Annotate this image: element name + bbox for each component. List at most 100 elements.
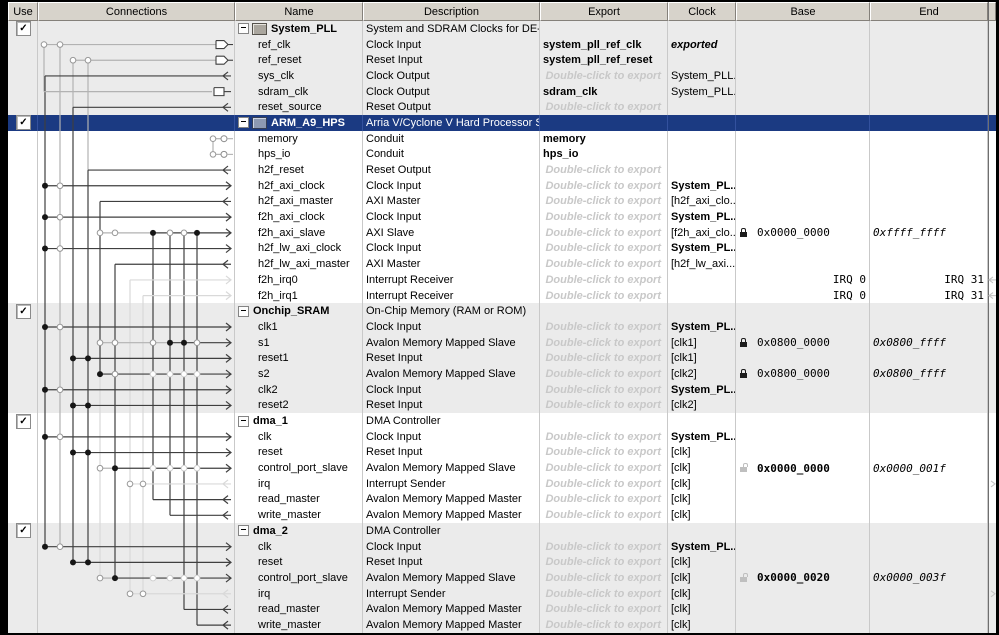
- port-row-reset1[interactable]: reset1 Reset Input Double-click to export […: [8, 350, 996, 367]
- port-row-h2f_axi_master[interactable]: h2f_axi_master AXI Master Double-click to …: [8, 193, 996, 210]
- export-placeholder[interactable]: Double-click to export: [545, 446, 661, 458]
- use-checkbox[interactable]: ✓: [16, 21, 31, 37]
- export-placeholder[interactable]: Double-click to export: [545, 556, 661, 568]
- port-row-clk1[interactable]: clk1 Clock Input Double-click to export Sys…: [8, 319, 996, 335]
- export-placeholder[interactable]: Double-click to export: [545, 337, 661, 349]
- port-row-s1[interactable]: s1 Avalon Memory Mapped Slave Double-click…: [8, 334, 996, 351]
- port-row-sys_clk[interactable]: sys_clk Clock Output Double-click to expor…: [8, 68, 996, 84]
- export-placeholder[interactable]: Double-click to export: [545, 352, 661, 364]
- port-row-ref_reset[interactable]: ref_reset Reset Input system_pll_ref_reset: [8, 52, 996, 69]
- port-row-f2h_irq0[interactable]: f2h_irq0 Interrupt Receiver Double-click t…: [8, 272, 996, 288]
- export-placeholder[interactable]: Double-click to export: [545, 541, 661, 553]
- port-row-s2[interactable]: s2 Avalon Memory Mapped Slave Double-click…: [8, 366, 996, 382]
- unlocked-icon[interactable]: [740, 463, 748, 473]
- export-placeholder[interactable]: Double-click to export: [545, 321, 661, 333]
- module-row-Onchip_SRAM[interactable]: ✓ Onchip_SRAM On-Chip Memory (RAM or ROM): [8, 303, 996, 320]
- port-row-ref_clk[interactable]: ref_clk Clock Input system_pll_ref_clk expo…: [8, 36, 996, 53]
- base-address[interactable]: 0x0000_0020: [757, 571, 830, 584]
- export-placeholder[interactable]: Double-click to export: [545, 258, 661, 270]
- port-row-write_master[interactable]: write_master Avalon Memory Mapped Master D…: [8, 507, 996, 523]
- module-row-dma_2[interactable]: ✓ dma_2 DMA Controller: [8, 523, 996, 539]
- export-placeholder[interactable]: Double-click to export: [545, 368, 661, 380]
- export-placeholder[interactable]: Double-click to export: [545, 619, 661, 631]
- port-row-clk[interactable]: clk Clock Input Double-click to export Syst…: [8, 428, 996, 445]
- port-row-read_master[interactable]: read_master Avalon Memory Mapped Master Do…: [8, 491, 996, 508]
- column-header-base[interactable]: Base: [736, 2, 870, 21]
- port-row-hps_io[interactable]: hps_io Conduit hps_io: [8, 146, 996, 163]
- column-header-description[interactable]: Description: [363, 2, 540, 21]
- column-header-name[interactable]: Name: [235, 2, 363, 21]
- export-placeholder[interactable]: Double-click to export: [545, 290, 661, 302]
- port-row-irq[interactable]: irq Interrupt Sender Double-click to expor…: [8, 585, 996, 602]
- port-row-f2h_axi_clock[interactable]: f2h_axi_clock Clock Input Double-click to …: [8, 209, 996, 225]
- export-placeholder[interactable]: Double-click to export: [545, 399, 661, 411]
- port-row-reset_source[interactable]: reset_source Reset Output Double-click to …: [8, 99, 996, 116]
- export-placeholder[interactable]: Double-click to export: [545, 180, 661, 192]
- export-placeholder[interactable]: Double-click to export: [545, 493, 661, 505]
- lock-icon[interactable]: [740, 368, 747, 378]
- port-row-h2f_lw_axi_master[interactable]: h2f_lw_axi_master AXI Master Double-click …: [8, 256, 996, 272]
- port-row-clk[interactable]: clk Clock Input Double-click to export Syst…: [8, 538, 996, 555]
- column-header-end[interactable]: End: [870, 2, 988, 21]
- port-row-reset[interactable]: reset Reset Input Double-click to export [c…: [8, 444, 996, 461]
- export-placeholder[interactable]: Double-click to export: [545, 164, 661, 176]
- port-row-reset[interactable]: reset Reset Input Double-click to export [c…: [8, 554, 996, 571]
- port-row-read_master[interactable]: read_master Avalon Memory Mapped Master Do…: [8, 601, 996, 618]
- export-placeholder[interactable]: Double-click to export: [545, 431, 661, 443]
- export-placeholder[interactable]: Double-click to export: [545, 274, 661, 286]
- collapse-icon[interactable]: [238, 305, 249, 317]
- export-placeholder[interactable]: Double-click to export: [545, 509, 661, 521]
- collapse-icon[interactable]: [238, 23, 249, 35]
- port-row-sdram_clk[interactable]: sdram_clk Clock Output sdram_clk System_PLL…: [8, 83, 996, 100]
- lock-icon[interactable]: [740, 337, 747, 347]
- export-placeholder[interactable]: Double-click to export: [545, 603, 661, 615]
- export-placeholder[interactable]: Double-click to export: [545, 211, 661, 223]
- base-cell: [736, 381, 870, 398]
- column-header-export[interactable]: Export: [540, 2, 668, 21]
- port-row-irq[interactable]: irq Interrupt Sender Double-click to expor…: [8, 475, 996, 492]
- port-row-f2h_irq1[interactable]: f2h_irq1 Interrupt Receiver Double-click t…: [8, 287, 996, 304]
- port-row-memory[interactable]: memory Conduit memory: [8, 130, 996, 147]
- column-header-use[interactable]: Use: [8, 2, 38, 21]
- export-placeholder[interactable]: Double-click to export: [545, 384, 661, 396]
- port-row-reset2[interactable]: reset2 Reset Input Double-click to export […: [8, 397, 996, 414]
- module-row-ARM_A9_HPS[interactable]: ✓ ARM_A9_HPS Arria V/Cyclone V Hard Proces…: [8, 115, 996, 131]
- module-row-dma_1[interactable]: ✓ dma_1 DMA Controller: [8, 413, 996, 429]
- export-placeholder[interactable]: Double-click to export: [545, 462, 661, 474]
- collapse-icon[interactable]: [238, 415, 249, 427]
- export-placeholder[interactable]: Double-click to export: [545, 572, 661, 584]
- column-header-connections[interactable]: Connections: [38, 2, 235, 21]
- use-checkbox[interactable]: ✓: [16, 115, 31, 131]
- unlocked-icon[interactable]: [740, 572, 748, 582]
- collapse-icon[interactable]: [238, 525, 249, 537]
- port-row-clk2[interactable]: clk2 Clock Input Double-click to export Sys…: [8, 381, 996, 398]
- port-row-control_port_slave[interactable]: control_port_slave Avalon Memory Mapped S…: [8, 570, 996, 586]
- export-placeholder[interactable]: Double-click to export: [545, 101, 661, 113]
- port-row-h2f_axi_clock[interactable]: h2f_axi_clock Clock Input Double-click to …: [8, 177, 996, 194]
- connections-cell: [38, 397, 235, 414]
- use-checkbox[interactable]: ✓: [16, 413, 31, 429]
- module-row-System_PLL[interactable]: ✓ System_PLL System and SDRAM Clocks for D…: [8, 21, 996, 37]
- column-header-clock[interactable]: Clock: [668, 2, 736, 21]
- use-checkbox[interactable]: ✓: [16, 523, 31, 539]
- base-address[interactable]: 0x0800_0000: [757, 336, 830, 349]
- export-placeholder[interactable]: Double-click to export: [545, 70, 661, 82]
- port-row-write_master[interactable]: write_master Avalon Memory Mapped Master D…: [8, 617, 996, 633]
- lock-icon[interactable]: [740, 227, 747, 237]
- column-header-irq-strip[interactable]: [988, 2, 996, 21]
- port-row-control_port_slave[interactable]: control_port_slave Avalon Memory Mapped S…: [8, 460, 996, 476]
- export-placeholder[interactable]: Double-click to export: [545, 195, 661, 207]
- base-address[interactable]: 0x0800_0000: [757, 367, 830, 380]
- port-row-h2f_reset[interactable]: h2f_reset Reset Output Double-click to exp…: [8, 162, 996, 178]
- export-placeholder[interactable]: Double-click to export: [545, 242, 661, 254]
- irq-strip-cell: [988, 335, 996, 351]
- base-address[interactable]: 0x0000_0000: [757, 226, 830, 239]
- port-row-h2f_lw_axi_clock[interactable]: h2f_lw_axi_clock Clock Input Double-click …: [8, 240, 996, 257]
- export-placeholder[interactable]: Double-click to export: [545, 588, 661, 600]
- export-placeholder[interactable]: Double-click to export: [545, 227, 661, 239]
- port-row-f2h_axi_slave[interactable]: f2h_axi_slave AXI Slave Double-click to ex…: [8, 224, 996, 241]
- collapse-icon[interactable]: [238, 117, 249, 129]
- base-address[interactable]: 0x0000_0000: [757, 462, 830, 475]
- use-checkbox[interactable]: ✓: [16, 303, 31, 319]
- export-placeholder[interactable]: Double-click to export: [545, 478, 661, 490]
